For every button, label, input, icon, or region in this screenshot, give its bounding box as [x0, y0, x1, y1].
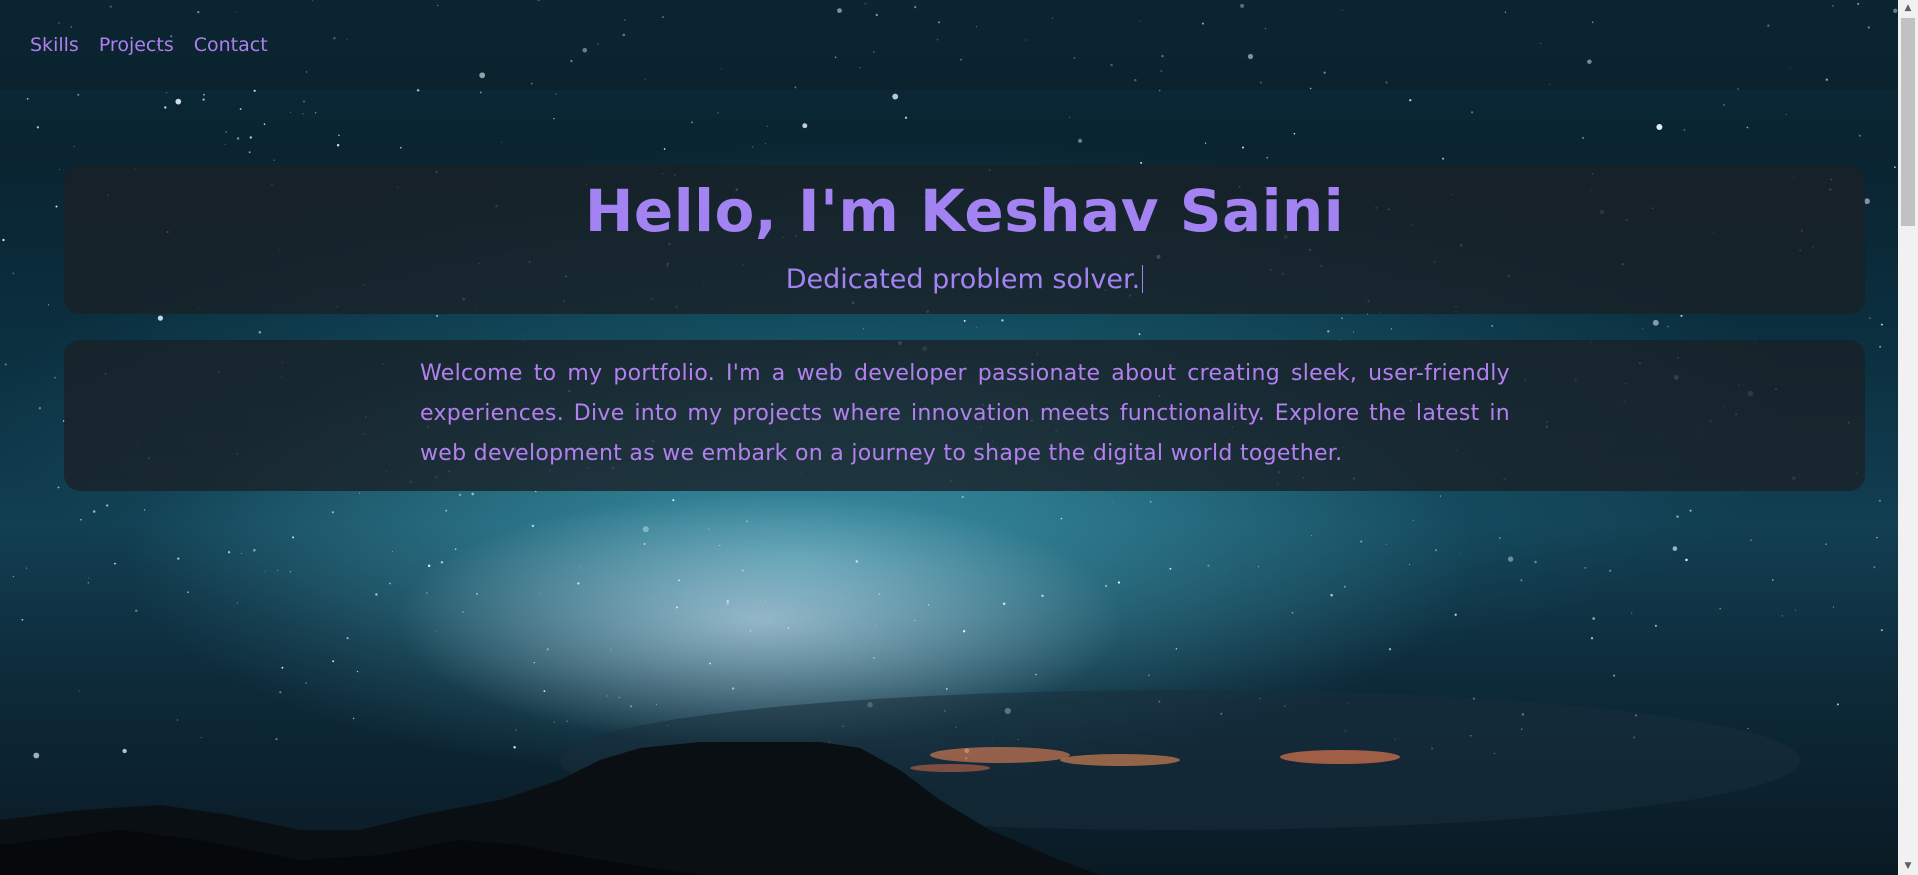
scroll-down-icon[interactable]: ▼: [1898, 858, 1918, 875]
nav-link-contact[interactable]: Contact: [194, 34, 268, 56]
vertical-scrollbar[interactable]: ▲ ▼: [1898, 0, 1918, 875]
hero-subtitle: Dedicated problem solver.: [785, 264, 1141, 295]
about-card: Welcome to my portfolio. I'm a web devel…: [64, 340, 1865, 491]
typing-cursor: [1142, 265, 1144, 293]
scrollbar-thumb[interactable]: [1901, 18, 1915, 226]
hero-subtitle-wrapper: Dedicated problem solver.: [64, 264, 1865, 295]
hero-card: Hello, I'm Keshav Saini Dedicated proble…: [64, 165, 1865, 314]
nav-link-skills[interactable]: Skills: [30, 34, 79, 56]
intro-paragraph: Welcome to my portfolio. I'm a web devel…: [420, 361, 1510, 466]
nav-links: Skills Projects Contact: [30, 34, 268, 56]
page-background: Skills Projects Contact Hello, I'm Kesha…: [0, 0, 1898, 875]
top-navbar: Skills Projects Contact: [0, 0, 1898, 90]
hero-title: Hello, I'm Keshav Saini: [584, 177, 1345, 245]
scroll-up-icon[interactable]: ▲: [1898, 0, 1918, 17]
nav-link-projects[interactable]: Projects: [99, 34, 174, 56]
